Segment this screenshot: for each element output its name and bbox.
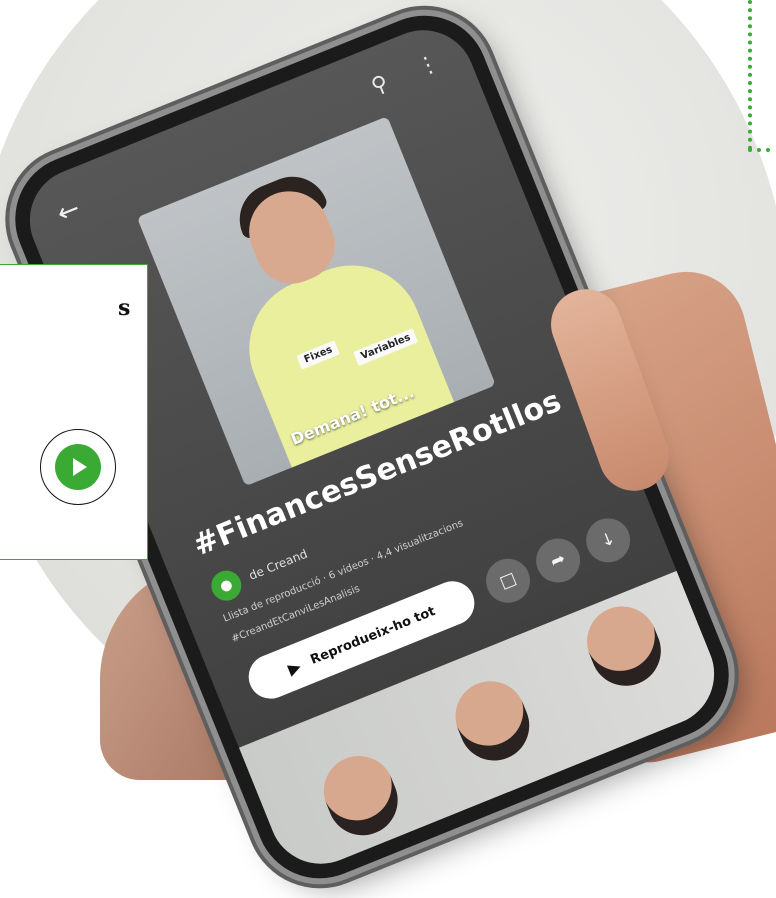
channel-logo-icon: ● [206,566,246,606]
more-vert-icon[interactable]: ⋮ [413,50,443,81]
video-thumb-face-1 [313,745,409,846]
video-thumbnails-row[interactable] [238,570,730,880]
info-card: s [0,264,148,560]
bookmark-icon[interactable]: □ [479,552,537,610]
play-all-label: Reprodueix-ho tot [308,603,438,668]
top-bar-icons: ⚲ ⋮ [344,50,443,110]
share-icon[interactable]: ➦ [529,531,587,590]
video-thumb-face-3 [576,595,672,697]
play-button[interactable] [40,429,116,505]
search-icon[interactable]: ⚲ [368,71,392,100]
video-thumb-face-2 [444,670,540,772]
channel-name: de Creand [246,546,310,583]
decorative-dotted-line [748,0,770,152]
play-icon: ▶ [284,656,304,679]
play-icon [55,444,101,490]
download-icon[interactable]: ↓ [579,511,637,569]
arrow-left-icon[interactable]: ← [53,194,84,230]
card-heading-fragment: s [118,295,131,321]
